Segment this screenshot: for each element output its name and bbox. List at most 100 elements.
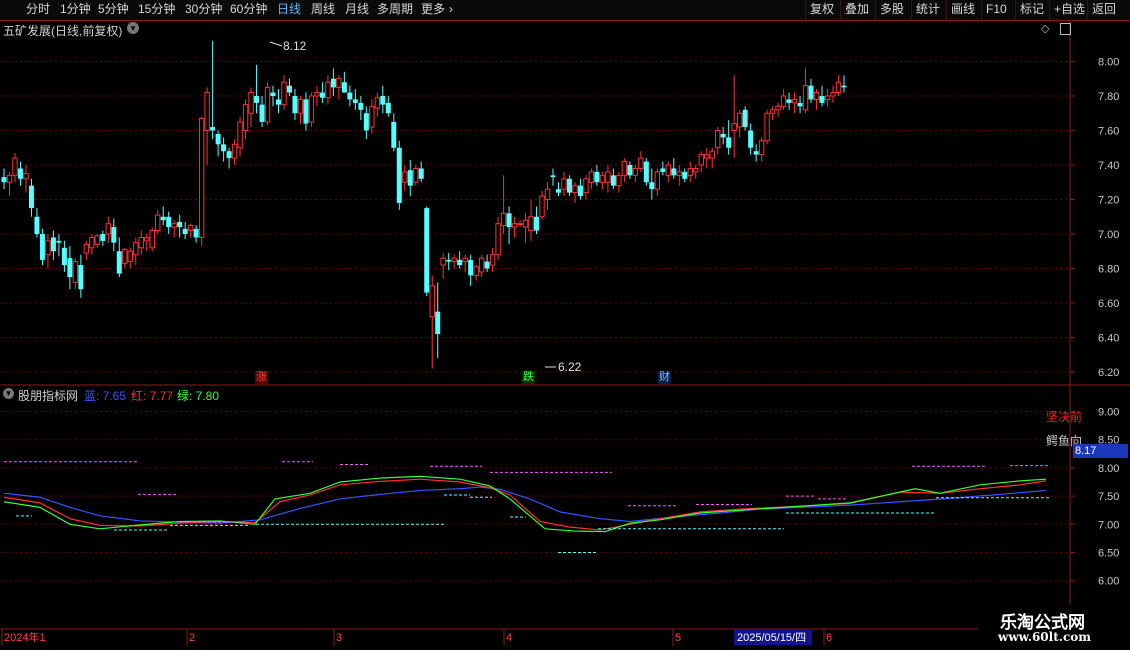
crosshair-date-label: 2025/05/15/四 — [737, 632, 806, 644]
candle-body-up — [237, 121, 243, 149]
date-label: 2 — [189, 632, 195, 644]
candle-body-down — [385, 102, 391, 114]
candle-body-up — [242, 104, 249, 131]
date-label: 2024年1 — [4, 630, 46, 644]
candle-body-down — [363, 113, 369, 131]
candle-body-down — [100, 234, 106, 241]
candle-body-down — [446, 259, 452, 262]
main-ytick-label: 8.00 — [1098, 57, 1119, 69]
candle-body-up — [802, 85, 809, 111]
candle-body-up — [374, 97, 381, 109]
candle-body-down — [111, 227, 117, 243]
main-ytick-label: 7.80 — [1098, 91, 1119, 103]
candle-body-up — [429, 285, 435, 318]
candle-body-up — [149, 230, 155, 249]
candle-body-up — [605, 171, 611, 183]
candle-body-up — [12, 157, 18, 176]
candle-body-up — [478, 257, 485, 273]
candle-body-down — [391, 121, 397, 148]
candle-body-up — [89, 236, 95, 249]
badge-down[interactable]: 跌 — [522, 371, 535, 384]
badge-finance[interactable]: 财 — [658, 371, 671, 384]
candle-body-down — [594, 171, 600, 183]
candle-body-down — [457, 259, 463, 266]
candle-body-down — [17, 168, 23, 179]
indicator-ytick-label: 9.00 — [1098, 407, 1119, 419]
candle-body-up — [462, 257, 468, 263]
candle-body-up — [473, 266, 479, 276]
candle-body-up — [308, 95, 315, 123]
candle-body-down — [286, 85, 292, 93]
candle-body-up — [105, 223, 112, 235]
indicator-green-line — [3, 475, 1047, 533]
candle-body-up — [704, 154, 710, 159]
candle-body-up — [835, 81, 842, 94]
candle-body-up — [72, 261, 79, 283]
date-label: 6 — [826, 632, 832, 644]
main-ytick-label: 7.40 — [1098, 160, 1119, 172]
candle-body-up — [127, 250, 133, 263]
chevron-down-icon[interactable]: ▾ — [127, 22, 139, 34]
candle-body-down — [341, 82, 347, 93]
candle-body-down — [352, 99, 358, 103]
candle-body-down — [649, 182, 655, 190]
candlestick-group — [1, 40, 847, 369]
diamond-icon[interactable]: ◇ — [1041, 22, 1049, 35]
candle-body-down — [786, 99, 792, 103]
candle-body-down — [841, 85, 847, 88]
candle-body-up — [138, 236, 144, 249]
indicator-ytick-label: 7.00 — [1098, 519, 1119, 531]
candle-body-down — [160, 216, 166, 221]
candle-body-down — [819, 96, 825, 103]
candle-body-up — [791, 98, 798, 104]
window-restore-icon[interactable] — [1060, 23, 1071, 35]
candle-body-up — [731, 123, 737, 131]
watermark-url: www.60lt.com — [998, 630, 1091, 644]
candle-body-down — [116, 251, 122, 274]
indicator-toggle-icon[interactable]: ▾ — [3, 388, 14, 399]
candle-body-down — [358, 102, 364, 110]
main-ytick-label: 6.80 — [1098, 264, 1119, 276]
indicator-label-red: 坚决前 — [1046, 410, 1083, 424]
candle-body-down — [720, 133, 726, 138]
candle-body-up — [122, 249, 128, 264]
candle-body-up — [155, 214, 161, 232]
candle-body-up — [824, 95, 831, 100]
candle-body-down — [797, 102, 803, 107]
candle-body-up — [171, 223, 177, 228]
main-ytick-label: 6.60 — [1098, 298, 1119, 310]
candle-body-down — [660, 168, 666, 172]
candle-body-up — [687, 167, 693, 176]
candle-body-down — [166, 216, 172, 228]
indicator-green-value: 绿: 7.80 — [177, 389, 220, 403]
indicator-blue-value: 蓝: 7.65 — [84, 389, 127, 403]
indicator-red-line — [3, 478, 1047, 531]
badge-up[interactable]: 涨 — [255, 371, 268, 384]
candle-body-up — [511, 223, 518, 228]
candle-body-up — [588, 171, 595, 183]
candle-body-up — [23, 173, 29, 180]
candle-body-down — [534, 216, 540, 231]
candle-body-up — [281, 81, 287, 106]
candle-body-down — [56, 240, 62, 243]
candle-body-down — [193, 228, 199, 238]
candle-body-up — [231, 143, 238, 159]
candle-body-up — [440, 257, 446, 266]
candle-body-down — [78, 265, 84, 290]
candle-body-down — [39, 234, 45, 260]
candle-body-down — [34, 216, 40, 234]
main-ytick-label: 6.40 — [1098, 333, 1119, 345]
candle-body-down — [67, 258, 73, 278]
candle-body-up — [616, 174, 622, 187]
high-price-label: 8.12 — [283, 39, 307, 53]
candle-body-down — [550, 175, 556, 178]
chart-title: 五矿发展(日线,前复权) — [3, 24, 123, 38]
candle-body-down — [1, 177, 7, 183]
candle-body-down — [808, 85, 814, 100]
candle-body-down — [682, 171, 688, 179]
candle-body-up — [94, 235, 101, 245]
indicator-ytick-label: 8.00 — [1098, 463, 1119, 475]
candle-body-up — [599, 174, 606, 183]
candle-body-up — [6, 174, 13, 183]
candle-body-up — [654, 171, 661, 190]
